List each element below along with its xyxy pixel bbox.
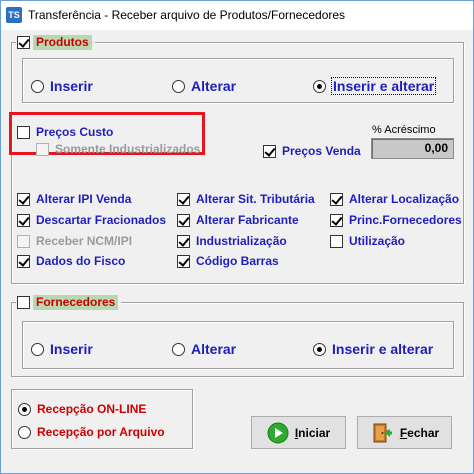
flag-alterar-ipi-venda[interactable]: Alterar IPI Venda [17,192,131,206]
flag-industrializacao[interactable]: Industrialização [177,234,287,248]
window-title: Transferência - Receber arquivo de Produ… [28,8,346,22]
radio-label: Alterar [191,78,237,94]
radio-indicator[interactable] [172,342,185,356]
checkbox-label: Industrialização [196,234,287,248]
checkbox-label: Somente Industrializados [55,142,201,156]
produtos-radio-inserir-alterar[interactable]: Inserir e alterar [313,77,437,95]
radio-label: Inserir [50,341,93,357]
checkbox-indicator[interactable] [17,254,30,268]
checkbox-indicator[interactable] [17,213,30,227]
checkbox-indicator[interactable] [177,192,190,206]
radio-label: Alterar [191,341,237,357]
flag-descartar-fracionados[interactable]: Descartar Fracionados [17,213,166,227]
fornecedores-radio-inserir[interactable]: Inserir [31,341,93,357]
produtos-checkbox[interactable] [17,35,30,49]
iniciar-label: Iniciar [294,425,331,440]
exit-door-icon [373,423,392,442]
produtos-legend[interactable]: Produtos [16,34,95,50]
acrescimo-input[interactable]: 0,00 [371,138,454,159]
checkbox-label: Código Barras [196,254,279,268]
checkbox-indicator[interactable] [177,234,190,248]
radio-indicator[interactable] [31,342,44,356]
checkbox-label: Preços Venda [282,144,361,158]
checkbox-indicator [36,142,49,156]
checkbox-indicator [17,234,30,248]
checkbox-label: Alterar IPI Venda [36,192,132,206]
checkbox-label: Receber NCM/IPI [36,234,133,248]
radio-label: Inserir [50,78,93,94]
radio-label: Recepção por Arquivo [37,425,165,439]
flag-alterar-sit-tributaria[interactable]: Alterar Sit. Tributária [177,192,315,206]
flag-dados-do-fisco[interactable]: Dados do Fisco [17,254,125,268]
radio-indicator[interactable] [172,79,185,93]
checkbox-label: Utilização [349,234,406,248]
title-bar[interactable]: TS Transferência - Receber arquivo de Pr… [1,1,473,30]
flag-princ-fornecedores[interactable]: Princ.Fornecedores [330,213,462,227]
acrescimo-caption: % Acréscimo [372,124,436,136]
produtos-radio-inserir[interactable]: Inserir [31,78,93,94]
dialog-window: TS Transferência - Receber arquivo de Pr… [0,0,474,474]
radio-indicator[interactable] [313,79,326,93]
checkbox-label: Descartar Fracionados [36,213,167,227]
radio-indicator[interactable] [313,342,326,356]
iniciar-button[interactable]: Iniciar [251,416,346,449]
checkbox-label: Dados do Fisco [36,254,126,268]
fornecedores-checkbox[interactable] [17,295,30,309]
fornecedores-legend-label: Fornecedores [33,294,119,310]
flag-codigo-barras[interactable]: Código Barras [177,254,279,268]
produtos-legend-label: Produtos [33,34,92,50]
recepcao-arquivo-radio[interactable]: Recepção por Arquivo [18,425,165,439]
checkbox-indicator[interactable] [330,234,343,248]
flag-alterar-fabricante[interactable]: Alterar Fabricante [177,213,299,227]
fornecedores-radio-alterar[interactable]: Alterar [172,341,236,357]
checkbox-label: Alterar Sit. Tributária [196,192,315,206]
radio-label: Inserir e alterar [330,77,437,95]
flag-utilizacao[interactable]: Utilização [330,234,405,248]
checkbox-indicator[interactable] [177,213,190,227]
recepcao-online-radio[interactable]: Recepção ON-LINE [18,402,146,416]
checkbox-indicator[interactable] [330,192,343,206]
precos-custo-checkbox[interactable]: Preços Custo [17,125,113,139]
fornecedores-legend[interactable]: Fornecedores [16,294,122,310]
radio-label: Inserir e alterar [332,341,434,357]
recepcao-frame [11,389,193,449]
ts-app-icon: TS [6,7,22,23]
checkbox-label: Alterar Localização [349,192,460,206]
produtos-radio-alterar[interactable]: Alterar [172,78,236,94]
fechar-button[interactable]: Fechar [357,416,452,449]
radio-indicator[interactable] [18,402,31,416]
checkbox-indicator[interactable] [17,192,30,206]
play-icon [267,422,289,443]
checkbox-indicator[interactable] [17,125,30,139]
flag-receber-ncm-ipi: Receber NCM/IPI [17,234,132,248]
checkbox-indicator[interactable] [330,213,343,227]
flag-alterar-localizacao[interactable]: Alterar Localização [330,192,459,206]
radio-indicator[interactable] [31,79,44,93]
precos-venda-checkbox[interactable]: Preços Venda [263,144,361,158]
somente-industrializados-checkbox: Somente Industrializados [36,142,200,156]
checkbox-indicator[interactable] [177,254,190,268]
fornecedores-radio-inserir-alterar[interactable]: Inserir e alterar [313,341,433,357]
radio-indicator[interactable] [18,425,31,439]
radio-label: Recepção ON-LINE [37,402,147,416]
checkbox-label: Preços Custo [36,125,114,139]
checkbox-indicator[interactable] [263,144,276,158]
fechar-label: Fechar [399,425,440,440]
checkbox-label: Princ.Fornecedores [349,213,462,227]
checkbox-label: Alterar Fabricante [196,213,299,227]
